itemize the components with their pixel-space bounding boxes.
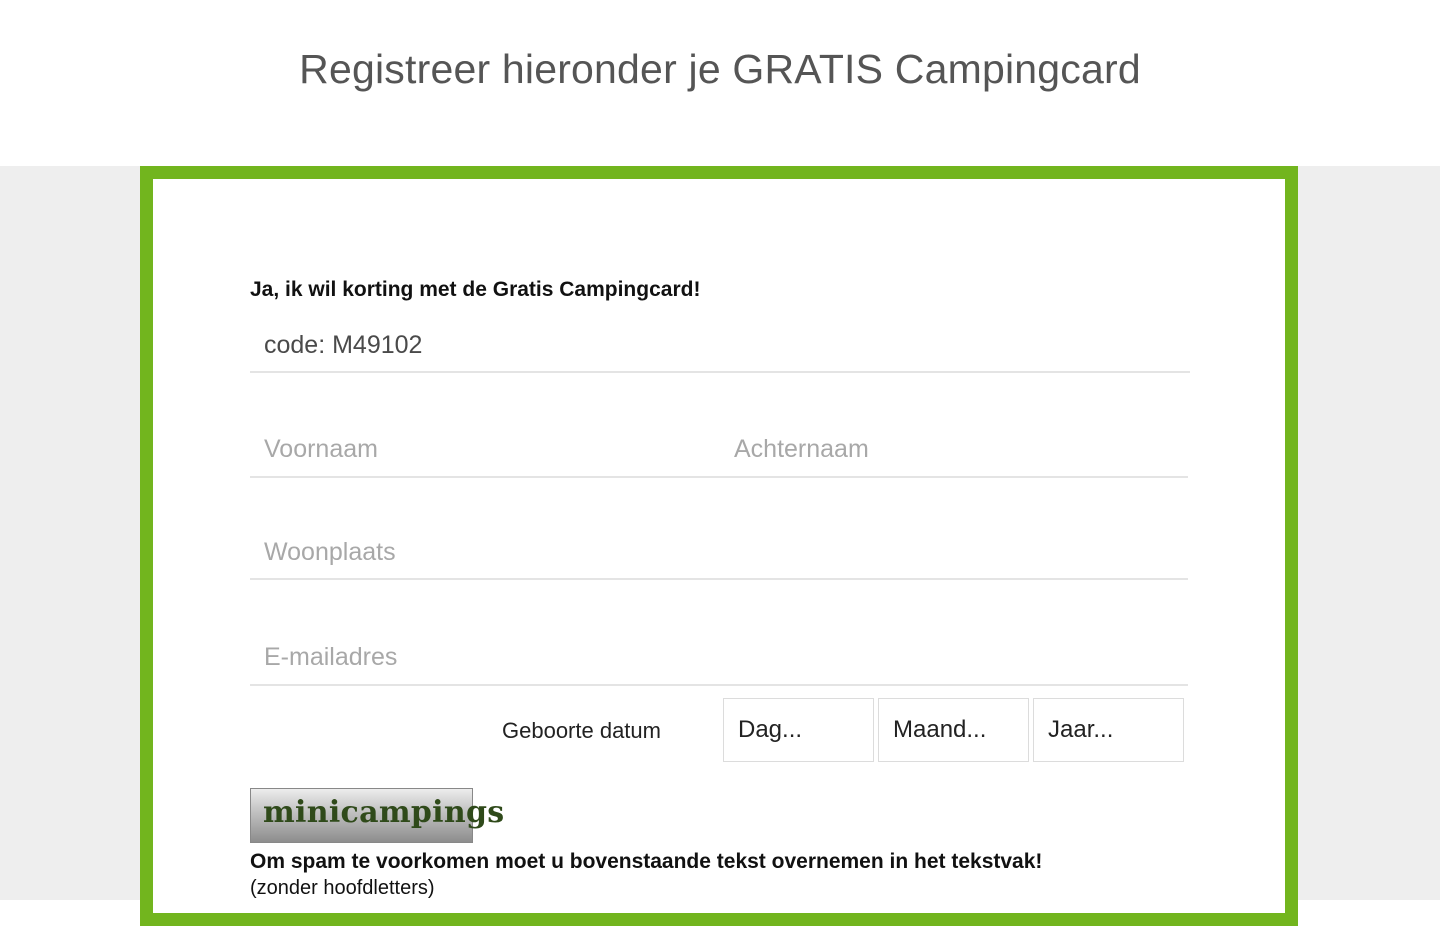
first-name-field[interactable] xyxy=(250,423,720,478)
birth-month-input[interactable] xyxy=(879,699,1028,761)
birth-year-field[interactable] xyxy=(1033,698,1184,762)
email-field[interactable] xyxy=(250,630,1188,686)
last-name-field[interactable] xyxy=(720,423,1188,478)
birth-day-field[interactable] xyxy=(723,698,874,762)
captcha-text: minicampings xyxy=(263,795,505,830)
birth-year-input[interactable] xyxy=(1034,699,1183,761)
page-title: Registreer hieronder je GRATIS Campingca… xyxy=(299,46,1141,92)
code-field[interactable] xyxy=(250,320,1190,373)
code-input[interactable] xyxy=(250,320,1190,371)
birth-date-label: Geboorte datum xyxy=(502,718,661,743)
captcha-image: minicampings xyxy=(250,788,504,843)
birth-day-input[interactable] xyxy=(724,699,873,761)
spam-note: Om spam te voorkomen moet u bovenstaande… xyxy=(250,850,1043,873)
city-field[interactable] xyxy=(250,527,1188,580)
email-input[interactable] xyxy=(250,630,1188,684)
form-intro: Ja, ik wil korting met de Gratis Camping… xyxy=(250,278,701,301)
last-name-input[interactable] xyxy=(720,423,1188,476)
city-input[interactable] xyxy=(250,527,1188,578)
first-name-input[interactable] xyxy=(250,423,720,476)
spam-note-sub: (zonder hoofdletters) xyxy=(250,877,435,899)
birth-month-field[interactable] xyxy=(878,698,1029,762)
page-header: Registreer hieronder je GRATIS Campingca… xyxy=(0,0,1440,166)
